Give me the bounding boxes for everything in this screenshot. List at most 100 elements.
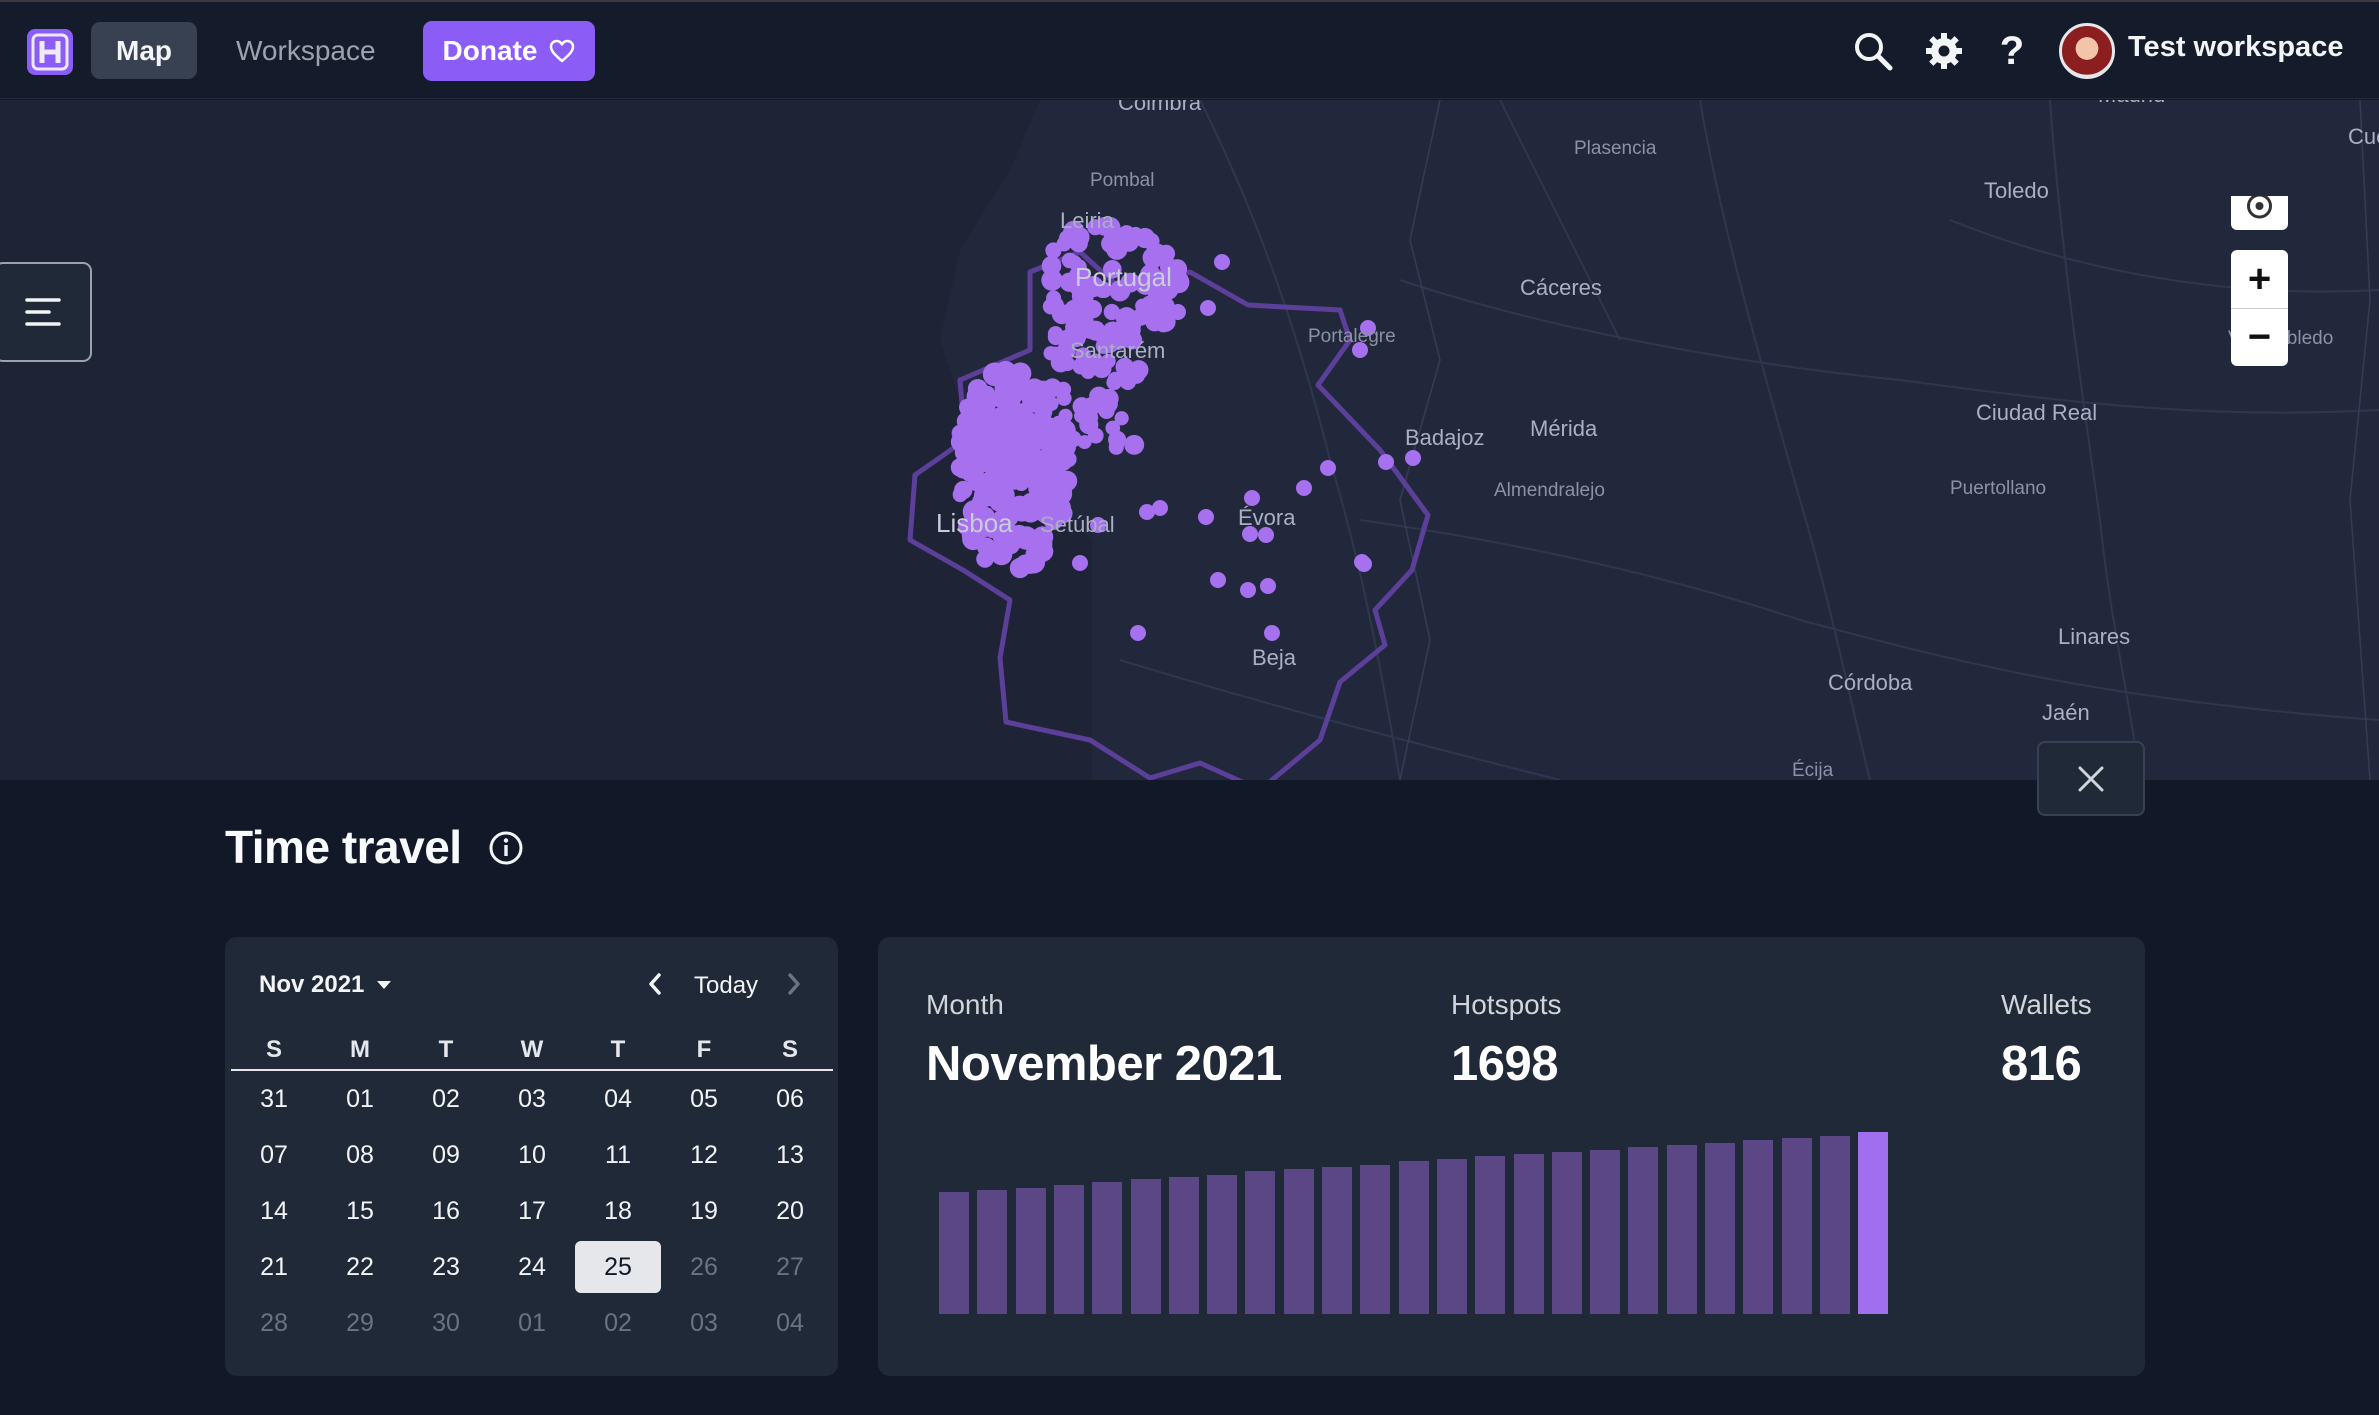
hotspot-growth-chart[interactable] xyxy=(939,1122,1899,1322)
hotspot-marker[interactable] xyxy=(1028,398,1043,413)
hotspot-marker[interactable] xyxy=(1107,371,1124,388)
settings-button[interactable] xyxy=(1920,26,1968,76)
calendar-day[interactable]: 09 xyxy=(403,1127,489,1183)
hotspot-marker[interactable] xyxy=(993,452,1017,476)
hotspot-marker[interactable] xyxy=(1124,434,1145,455)
calendar-day[interactable]: 23 xyxy=(403,1239,489,1295)
hotspot-marker[interactable] xyxy=(1296,480,1312,496)
workspace-name[interactable]: Test workspace xyxy=(2128,31,2343,64)
hotspot-marker[interactable] xyxy=(1214,254,1230,270)
hotspot-marker[interactable] xyxy=(1064,299,1086,321)
avatar[interactable] xyxy=(2059,23,2115,79)
hotspot-marker[interactable] xyxy=(1170,304,1186,320)
chart-bar[interactable] xyxy=(977,1189,1008,1314)
calendar-day[interactable]: 11 xyxy=(575,1127,661,1183)
hotspot-marker[interactable] xyxy=(972,387,987,402)
hotspot-marker[interactable] xyxy=(1198,509,1214,525)
hotspot-marker[interactable] xyxy=(1058,408,1073,423)
calendar-day[interactable]: 10 xyxy=(489,1127,575,1183)
calendar-day[interactable]: 01 xyxy=(317,1071,403,1127)
hotspot-marker[interactable] xyxy=(1210,572,1226,588)
calendar-day[interactable]: 18 xyxy=(575,1183,661,1239)
hotspot-marker[interactable] xyxy=(1082,324,1097,339)
chart-bar[interactable] xyxy=(1513,1154,1544,1314)
calendar-day[interactable]: 02 xyxy=(403,1071,489,1127)
zoom-out-button[interactable]: − xyxy=(2231,308,2288,366)
calendar-day[interactable]: 19 xyxy=(661,1183,747,1239)
calendar-day[interactable]: 17 xyxy=(489,1183,575,1239)
geolocate-button[interactable] xyxy=(2231,193,2288,230)
hotspot-marker[interactable] xyxy=(976,550,994,568)
donate-button[interactable]: Donate xyxy=(423,21,595,81)
chart-bar[interactable] xyxy=(1360,1164,1391,1314)
calendar-day[interactable]: 13 xyxy=(747,1127,833,1183)
hotspot-marker[interactable] xyxy=(1320,460,1336,476)
hotspot-marker[interactable] xyxy=(1087,427,1104,444)
calendar-day[interactable]: 07 xyxy=(231,1127,317,1183)
hotspot-marker[interactable] xyxy=(1065,430,1082,448)
hotspot-marker[interactable] xyxy=(1108,430,1127,449)
hotspot-marker[interactable] xyxy=(1006,418,1021,434)
hotspot-marker[interactable] xyxy=(1200,300,1216,316)
chart-bar[interactable] xyxy=(1168,1177,1199,1314)
hotspot-marker[interactable] xyxy=(951,424,969,442)
calendar-day[interactable]: 21 xyxy=(231,1239,317,1295)
helium-logo-icon[interactable] xyxy=(25,27,76,77)
chart-bar-current[interactable] xyxy=(1858,1132,1889,1314)
hotspot-marker[interactable] xyxy=(980,486,996,502)
chart-bar[interactable] xyxy=(1322,1166,1352,1314)
chart-bar[interactable] xyxy=(1053,1185,1084,1314)
chart-bar[interactable] xyxy=(1283,1169,1314,1314)
chart-bar[interactable] xyxy=(1819,1135,1850,1314)
calendar-day[interactable]: 16 xyxy=(403,1183,489,1239)
chart-bar[interactable] xyxy=(1207,1174,1238,1314)
chart-bar[interactable] xyxy=(1130,1179,1161,1314)
hotspot-marker[interactable] xyxy=(1260,578,1276,594)
hotspot-marker[interactable] xyxy=(1042,298,1060,315)
info-icon[interactable] xyxy=(488,830,524,866)
hotspot-marker[interactable] xyxy=(1130,625,1146,641)
hotspot-marker[interactable] xyxy=(1042,421,1061,440)
calendar-day[interactable]: 08 xyxy=(317,1127,403,1183)
calendar-day[interactable]: 06 xyxy=(747,1071,833,1127)
hotspot-marker[interactable] xyxy=(1405,450,1421,466)
nav-tab-workspace[interactable]: Workspace xyxy=(222,22,390,79)
chart-bar[interactable] xyxy=(1245,1171,1276,1314)
close-time-travel-button[interactable] xyxy=(2037,741,2145,816)
chart-bar[interactable] xyxy=(1436,1158,1467,1314)
today-button[interactable]: Today xyxy=(694,972,758,1000)
hotspot-marker[interactable] xyxy=(999,395,1019,414)
hotspot-marker[interactable] xyxy=(1044,258,1061,274)
map-view[interactable]: Coimbra Pombal Leiria Portugal Santarém Porta… xyxy=(0,100,2379,780)
calendar-day[interactable]: 24 xyxy=(489,1239,575,1295)
hotspot-marker[interactable] xyxy=(1264,625,1280,641)
calendar-day[interactable]: 05 xyxy=(661,1071,747,1127)
chart-bar[interactable] xyxy=(1705,1142,1735,1314)
hotspot-marker[interactable] xyxy=(1098,402,1115,420)
calendar-day[interactable]: 20 xyxy=(747,1183,833,1239)
calendar-day[interactable]: 15 xyxy=(317,1183,403,1239)
hotspot-marker[interactable] xyxy=(1140,295,1159,314)
calendar-day[interactable]: 03 xyxy=(489,1071,575,1127)
calendar-day[interactable]: 12 xyxy=(661,1127,747,1183)
chart-bar[interactable] xyxy=(1628,1147,1659,1314)
hotspot-marker[interactable] xyxy=(1240,582,1256,598)
hotspot-marker[interactable] xyxy=(1157,244,1176,263)
hotspot-marker[interactable] xyxy=(1083,299,1103,319)
calendar-day-selected[interactable]: 25 xyxy=(575,1241,661,1293)
prev-month-button[interactable] xyxy=(643,969,667,999)
chart-bar[interactable] xyxy=(1590,1149,1621,1314)
hotspot-marker[interactable] xyxy=(952,486,968,502)
zoom-in-button[interactable]: + xyxy=(2231,250,2288,308)
hotspot-marker[interactable] xyxy=(1139,504,1155,520)
month-selector[interactable]: Nov 2021 xyxy=(259,971,392,999)
calendar-day[interactable]: 04 xyxy=(575,1071,661,1127)
calendar-day[interactable]: 31 xyxy=(231,1071,317,1127)
calendar-day[interactable]: 14 xyxy=(231,1183,317,1239)
help-button[interactable]: ? xyxy=(1988,26,2036,76)
search-button[interactable] xyxy=(1849,26,1897,76)
hotspot-marker[interactable] xyxy=(963,454,982,474)
chart-bar[interactable] xyxy=(1551,1151,1582,1314)
chart-bar[interactable] xyxy=(1475,1156,1506,1314)
hotspot-marker[interactable] xyxy=(1354,554,1370,570)
